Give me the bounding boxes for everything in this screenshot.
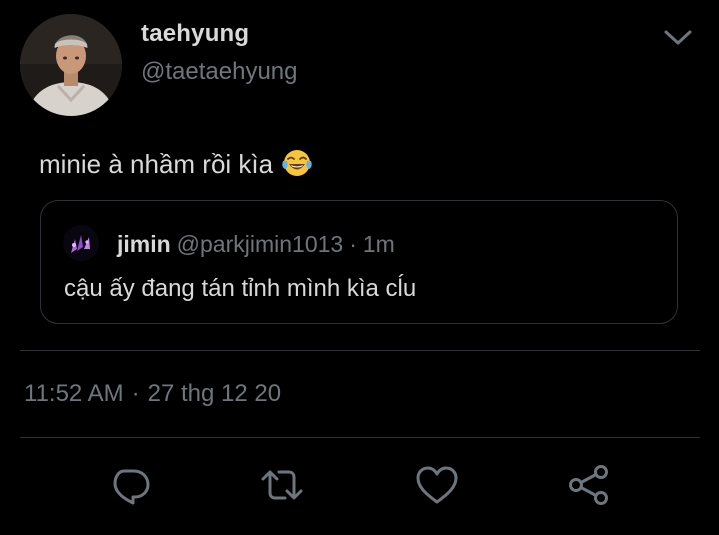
share-icon (569, 465, 608, 505)
retweet-icon (261, 470, 303, 500)
quoted-tweet-header: jimin @parkjimin1013 · 1m (117, 231, 395, 258)
divider (20, 350, 700, 351)
quoted-tweet[interactable]: jimin @parkjimin1013 · 1m cậu ấy đang tán t… (40, 200, 678, 324)
author-avatar[interactable] (20, 14, 122, 116)
reply-button[interactable] (107, 462, 153, 508)
tweet-text: minie à nhầm rồi kìa (39, 147, 313, 180)
quoted-tweet-time: 1m (362, 231, 395, 257)
tweet: taehyung @taetaehyung minie à nhầm rồi k… (0, 0, 719, 535)
author-handle[interactable]: @taetaehyung (141, 58, 297, 86)
tweet-time: 11:52 AM (24, 380, 124, 407)
quoted-author-name[interactable]: jimin (117, 231, 171, 257)
author-display-name[interactable]: taehyung (141, 20, 249, 48)
like-button[interactable] (414, 462, 460, 508)
tweet-text-content: minie à nhầm rồi kìa (39, 149, 274, 179)
chevron-down-icon[interactable] (660, 24, 696, 52)
reply-icon (113, 469, 150, 505)
tweet-date: 27 thg 12 20 (147, 380, 282, 407)
face-with-tears-of-joy-icon (281, 147, 313, 179)
quoted-author-handle[interactable]: @parkjimin1013 (177, 231, 344, 257)
heart-icon (416, 466, 458, 504)
quoted-tweet-text: cậu ấy đang tán tỉnh mình kìa cĺu (64, 275, 417, 302)
share-button[interactable] (566, 462, 612, 508)
divider (20, 437, 700, 438)
tweet-timestamp[interactable]: 11:52 AM · 27 thg 12 20 (24, 380, 281, 408)
separator: · (349, 231, 357, 257)
retweet-button[interactable] (259, 462, 305, 508)
action-bar (0, 462, 719, 512)
quoted-author-avatar[interactable] (63, 225, 99, 261)
separator: · (131, 380, 140, 407)
